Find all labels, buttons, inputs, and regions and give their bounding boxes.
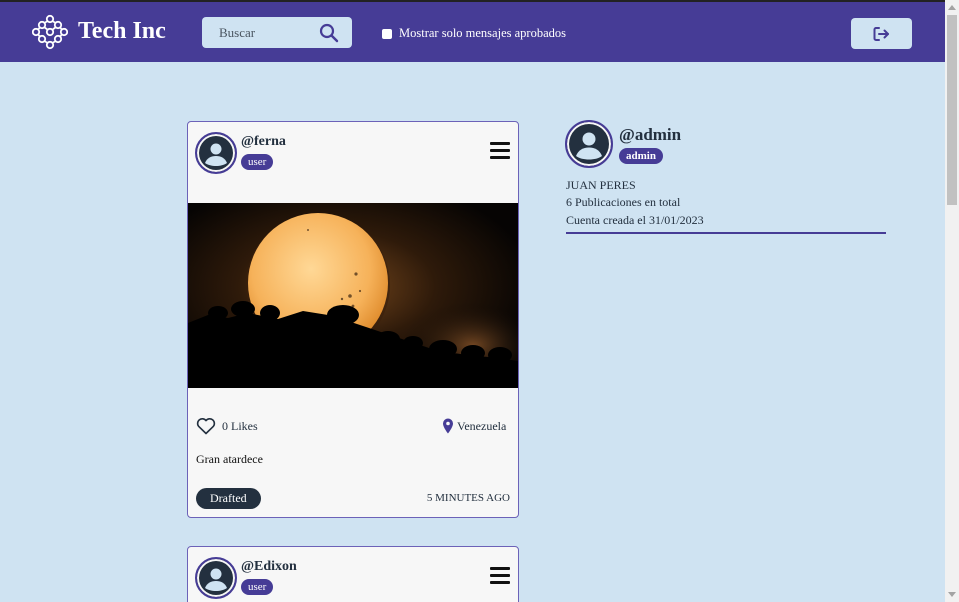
search-input[interactable]	[202, 17, 320, 48]
search-box	[202, 17, 352, 48]
hamburger-menu-icon[interactable]	[490, 567, 510, 585]
user-avatar-icon	[205, 568, 227, 591]
vertical-scrollbar[interactable]	[945, 0, 959, 602]
scroll-up-arrow-icon[interactable]	[948, 5, 956, 10]
avatar[interactable]	[195, 132, 237, 174]
post-card: @Edixon user	[187, 546, 519, 602]
approved-filter[interactable]: Mostrar solo mensajes aprobados	[382, 26, 566, 41]
hamburger-menu-icon[interactable]	[490, 142, 510, 160]
post-caption: Gran atardece	[196, 452, 263, 466]
location-pin-icon	[443, 418, 453, 434]
molecule-logo-icon[interactable]	[32, 14, 68, 50]
post-location: Venezuela	[457, 419, 507, 433]
avatar[interactable]	[195, 557, 237, 599]
user-avatar-icon	[576, 132, 602, 160]
profile-panel: @admin admin JUAN PERES 6 Publicaciones …	[565, 120, 886, 235]
role-badge: admin	[619, 148, 663, 164]
top-navbar: Tech Inc Mostrar solo mensajes aprobados	[0, 0, 945, 62]
post-card: @ferna user 0 Likes Venezuela Gran atard…	[187, 121, 519, 518]
post-image	[188, 203, 518, 388]
profile-username: @admin	[619, 125, 682, 144]
post-username[interactable]: @ferna	[241, 134, 286, 150]
approved-filter-label: Mostrar solo mensajes aprobados	[399, 26, 566, 40]
profile-created-date: Cuenta creada el 31/01/2023	[566, 213, 704, 227]
scroll-down-arrow-icon[interactable]	[948, 592, 956, 597]
role-badge: user	[241, 579, 274, 595]
divider	[566, 232, 886, 234]
heart-icon[interactable]	[196, 417, 216, 435]
likes-count: 0 Likes	[222, 419, 258, 433]
avatar[interactable]	[565, 120, 613, 168]
profile-post-count: 6 Publicaciones en total	[566, 195, 681, 209]
status-badge: Drafted	[196, 488, 261, 509]
post-username[interactable]: @Edixon	[241, 559, 297, 575]
approved-filter-checkbox[interactable]	[382, 28, 392, 39]
role-badge: user	[241, 154, 274, 170]
brand-name[interactable]: Tech Inc	[78, 18, 166, 45]
logout-icon	[873, 26, 889, 41]
user-avatar-icon	[205, 143, 227, 166]
logout-button[interactable]	[851, 18, 912, 49]
search-icon[interactable]	[319, 23, 339, 43]
post-timestamp: 5 MINUTES AGO	[426, 492, 510, 504]
scrollbar-thumb[interactable]	[947, 15, 957, 205]
profile-full-name: JUAN PERES	[566, 178, 636, 192]
